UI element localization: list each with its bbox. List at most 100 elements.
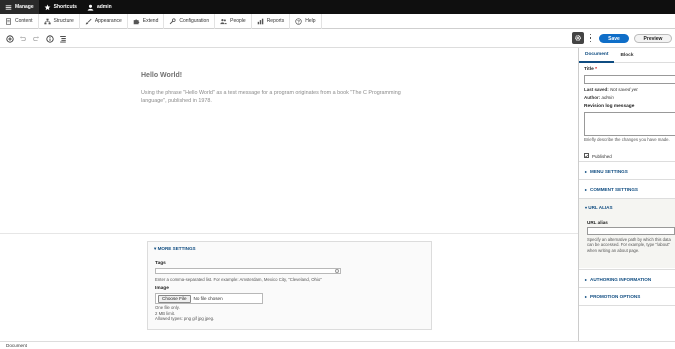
kebab-dot bbox=[589, 40, 592, 43]
user-label: admin bbox=[96, 4, 112, 10]
panel-title: COMMENT SETTINGS bbox=[590, 186, 638, 192]
reports-icon bbox=[257, 18, 263, 24]
paragraph-block[interactable]: Using the phrase "Hello World" as a test… bbox=[141, 90, 401, 105]
published-label: Published bbox=[592, 153, 612, 159]
panel-title: AUTHORING INFORMATION bbox=[590, 276, 652, 282]
last-saved-label: Last saved: bbox=[584, 87, 609, 92]
tags-input[interactable] bbox=[155, 268, 341, 274]
menu-item-label: Configuration bbox=[179, 18, 210, 24]
last-saved: Last saved: Not saved yet bbox=[584, 87, 638, 92]
menu-item-label: Content bbox=[15, 18, 33, 24]
revision-log-help: Briefly describe the changes you have ma… bbox=[584, 137, 670, 142]
block-navigation-button[interactable] bbox=[58, 34, 67, 43]
shortcuts-tab[interactable]: Shortcuts bbox=[39, 0, 82, 14]
menu-icon bbox=[5, 4, 12, 10]
menu-item-label: Help bbox=[305, 18, 316, 24]
revision-log-input[interactable] bbox=[584, 112, 675, 136]
menu-item-appearance[interactable]: Appearance bbox=[80, 13, 128, 29]
list-icon bbox=[59, 35, 66, 42]
content-icon bbox=[6, 17, 11, 25]
author-value: admin bbox=[601, 95, 614, 100]
required-mark: * bbox=[595, 67, 597, 72]
title-label-text: Title bbox=[584, 67, 594, 72]
tab-document[interactable]: Document bbox=[579, 48, 615, 63]
manage-tab[interactable]: Manage bbox=[0, 0, 39, 14]
choose-file-button[interactable]: Choose File bbox=[158, 294, 191, 303]
panel-title: MENU SETTINGS bbox=[590, 168, 628, 174]
menu-item-help[interactable]: Help bbox=[290, 13, 322, 29]
menu-item-configuration[interactable]: Configuration bbox=[164, 13, 216, 29]
menu-item-reports[interactable]: Reports bbox=[252, 13, 291, 29]
panel-title: URL ALIAS bbox=[588, 205, 613, 210]
undo-button[interactable] bbox=[18, 34, 27, 43]
post-title[interactable]: Hello World! bbox=[141, 72, 182, 79]
more-options-button[interactable] bbox=[588, 33, 593, 43]
panel-title: PROMOTION OPTIONS bbox=[590, 294, 641, 299]
author-info: Author: admin bbox=[584, 95, 614, 100]
author-label: Author: bbox=[584, 95, 601, 100]
settings-button[interactable] bbox=[572, 32, 584, 44]
url-alias-help: Specify an alternative path by which thi… bbox=[587, 237, 671, 253]
tags-description: Enter a comma-separated list. For exampl… bbox=[155, 277, 322, 282]
promotion-options-panel[interactable]: ▸ PROMOTION OPTIONS bbox=[579, 287, 675, 306]
authoring-information-panel[interactable]: ▸ AUTHORING INFORMATION bbox=[579, 269, 675, 288]
manage-label: Manage bbox=[15, 4, 34, 10]
shortcuts-label: Shortcuts bbox=[53, 4, 77, 10]
kebab-dot bbox=[589, 37, 592, 39]
comment-settings-panel[interactable]: ▸ COMMENT SETTINGS bbox=[579, 179, 675, 198]
brush-icon bbox=[85, 18, 92, 24]
info-button[interactable] bbox=[45, 34, 54, 43]
menu-item-label: Structure bbox=[53, 18, 74, 24]
gear-icon bbox=[575, 35, 581, 41]
save-button[interactable]: Save bbox=[599, 34, 629, 43]
puzzle-icon bbox=[133, 18, 140, 24]
info-icon bbox=[45, 34, 54, 43]
more-settings-box: ▾ MORE SETTINGS Tags Enter a comma-separ… bbox=[147, 241, 432, 330]
preview-button[interactable]: Preview bbox=[634, 34, 672, 43]
plus-circle-icon bbox=[5, 34, 14, 43]
admin-menu: Content Structure Appearance Extend Conf… bbox=[0, 13, 675, 29]
menu-item-people[interactable]: People bbox=[215, 13, 252, 29]
more-settings-toggle[interactable]: ▾ MORE SETTINGS bbox=[154, 246, 196, 252]
autocomplete-icon bbox=[335, 269, 339, 273]
menu-item-structure[interactable]: Structure bbox=[39, 13, 80, 29]
menu-item-extend[interactable]: Extend bbox=[128, 13, 165, 29]
collapsed-arrow-icon: ▸ bbox=[585, 168, 588, 174]
title-label: Title * bbox=[584, 67, 597, 72]
image-file-input[interactable]: Choose File No file chosen bbox=[155, 293, 263, 304]
menu-item-label: Extend bbox=[142, 18, 159, 24]
star-icon bbox=[44, 4, 51, 10]
url-alias-label: URL alias bbox=[587, 220, 608, 225]
collapsed-arrow-icon: ▸ bbox=[585, 294, 588, 299]
kebab-dot bbox=[589, 33, 592, 36]
menu-settings-panel[interactable]: ▸ MENU SETTINGS bbox=[579, 161, 675, 180]
revision-log-label: Revision log message bbox=[584, 104, 635, 109]
published-checkbox[interactable] bbox=[584, 153, 589, 158]
menu-item-content[interactable]: Content bbox=[0, 13, 39, 29]
menu-item-label: Appearance bbox=[94, 18, 122, 24]
undo-icon bbox=[19, 35, 26, 41]
checkmark-icon bbox=[585, 154, 588, 157]
user-tab[interactable]: admin bbox=[82, 0, 117, 14]
title-input[interactable] bbox=[584, 75, 675, 84]
collapsed-arrow-icon: ▸ bbox=[585, 186, 588, 192]
add-block-button[interactable] bbox=[5, 34, 14, 43]
url-alias-input[interactable] bbox=[587, 227, 675, 235]
tags-label: Tags bbox=[155, 261, 166, 266]
sidebar-tabs: Document Block bbox=[579, 48, 675, 63]
menu-item-label: People bbox=[230, 18, 246, 24]
user-icon bbox=[87, 4, 94, 11]
url-alias-toggle[interactable]: ▾ URL ALIAS bbox=[585, 205, 613, 210]
block-breadcrumb[interactable]: Document bbox=[6, 343, 27, 348]
structure-icon bbox=[43, 18, 51, 24]
help-icon bbox=[295, 17, 302, 25]
tab-block[interactable]: Block bbox=[614, 48, 639, 63]
menu-item-label: Reports bbox=[266, 18, 285, 24]
editor-toolbar: Save Preview bbox=[0, 29, 675, 48]
file-status: No file chosen bbox=[193, 296, 223, 301]
collapsed-arrow-icon: ▸ bbox=[585, 276, 588, 282]
status-bar: Document bbox=[0, 341, 675, 349]
redo-button[interactable] bbox=[31, 34, 40, 43]
redo-icon bbox=[32, 35, 39, 41]
expanded-arrow-icon: ▾ bbox=[585, 205, 588, 210]
